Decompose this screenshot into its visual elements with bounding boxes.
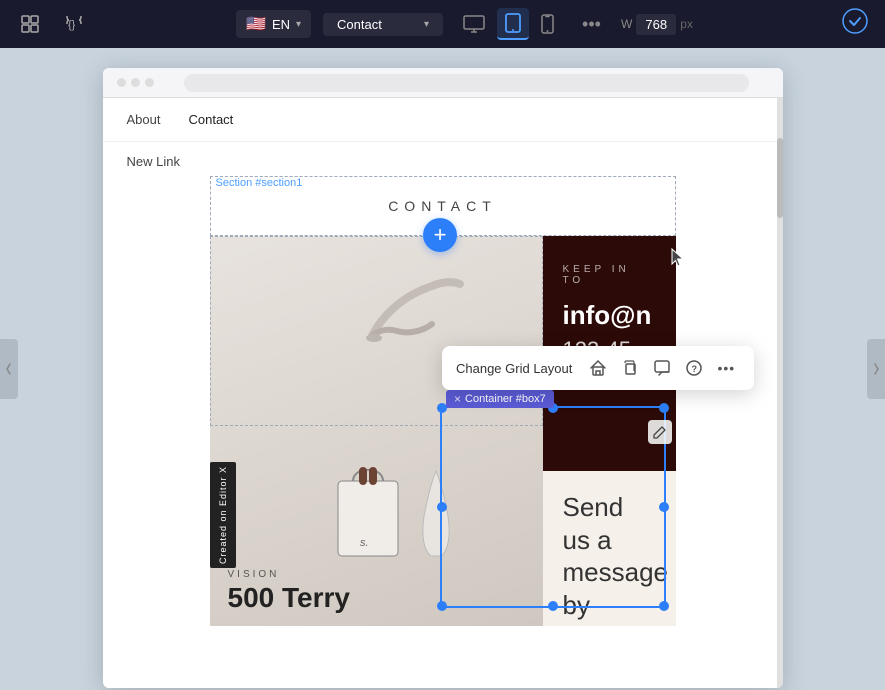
help-icon[interactable]: ? — [680, 354, 708, 382]
bottom-left-content: VISION 500 Terry — [210, 557, 543, 626]
contact-email: info@n — [563, 300, 656, 331]
flag-icon: 🇺🇸 — [246, 14, 266, 34]
frame-scrollbar[interactable] — [777, 98, 783, 688]
add-section-button[interactable]: + — [423, 218, 457, 252]
tablet-device-button[interactable] — [497, 8, 529, 40]
svg-text:?: ? — [692, 364, 698, 374]
svg-text:s.: s. — [360, 537, 369, 549]
canvas-area: About Contact New Link Section #section1… — [0, 48, 885, 690]
toolbar-left: {} — [16, 10, 88, 38]
left-image-panel: s. VISION 500 Terry — [210, 236, 543, 626]
browser-dot-green — [145, 78, 154, 87]
vision-title: 500 Terry — [228, 583, 525, 614]
desktop-device-button[interactable] — [455, 10, 493, 38]
edit-panel-button[interactable] — [648, 420, 672, 444]
width-unit: px — [680, 17, 693, 31]
editor-x-badge: Created on Editor X — [210, 462, 236, 568]
top-toolbar: {} 🇺🇸 EN ▾ Contact ▾ — [0, 0, 885, 48]
language-selector[interactable]: 🇺🇸 EN ▾ — [236, 10, 311, 38]
nav-about-link[interactable]: About — [127, 112, 161, 127]
send-message-text: Send us a message by using our — [563, 491, 656, 626]
right-scroll-handle[interactable] — [867, 339, 885, 399]
container-tag-label: Container #box7 — [465, 393, 546, 405]
browser-dot-yellow — [131, 78, 140, 87]
toolbar-right — [841, 7, 869, 41]
more-options-button[interactable]: ••• — [574, 10, 609, 39]
page-name: Contact — [337, 17, 382, 32]
browser-url-bar — [184, 74, 749, 92]
vase-illustration — [416, 466, 456, 571]
width-control: W 768 px — [621, 14, 693, 35]
browser-chrome — [103, 68, 783, 98]
more-options-toolbar-icon[interactable]: ••• — [712, 354, 740, 382]
scrollbar-thumb[interactable] — [777, 138, 783, 218]
svg-text:{}: {} — [68, 19, 76, 31]
nav-bar: About Contact — [103, 98, 783, 142]
page-selector[interactable]: Contact ▾ — [323, 13, 443, 36]
device-icons — [455, 8, 562, 40]
grid-icon[interactable] — [16, 10, 44, 38]
browser-dots — [117, 78, 154, 87]
left-scroll-handle[interactable] — [0, 339, 18, 399]
nav-contact-link[interactable]: Contact — [188, 112, 233, 127]
floating-toolbar-label: Change Grid Layout — [456, 361, 572, 376]
browser-dot-red — [117, 78, 126, 87]
right-panel-bottom: Send us a message by using our — [543, 471, 676, 626]
page-title-text: CONTACT — [388, 198, 497, 214]
lang-chevron: ▾ — [296, 19, 301, 30]
floating-toolbar: Change Grid Layout ? — [442, 346, 754, 390]
toolbar-center: 🇺🇸 EN ▾ Contact ▾ — [104, 8, 825, 40]
container-tag[interactable]: Container #box7 — [446, 390, 554, 408]
curly-braces-icon[interactable]: {} — [60, 10, 88, 38]
width-value[interactable]: 768 — [636, 14, 676, 35]
bag-illustration: s. — [328, 451, 408, 566]
comment-icon[interactable] — [648, 354, 676, 382]
width-label: W — [621, 17, 632, 31]
page-chevron: ▾ — [424, 19, 429, 30]
keep-in-touch-label: KEEP IN TO — [563, 264, 656, 286]
mobile-device-button[interactable] — [533, 9, 562, 39]
copy-icon[interactable] — [616, 354, 644, 382]
lang-code: EN — [272, 17, 290, 32]
grid-layout-icon[interactable] — [584, 354, 612, 382]
vision-label: VISION — [228, 569, 525, 580]
publish-check-icon[interactable] — [841, 7, 869, 41]
